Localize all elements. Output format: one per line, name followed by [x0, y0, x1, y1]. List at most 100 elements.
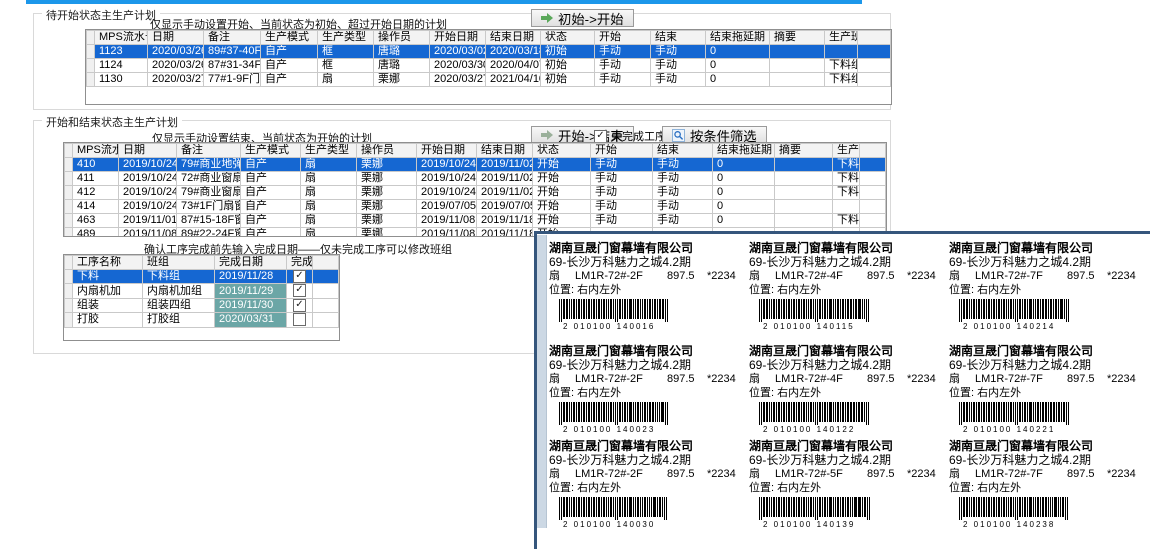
cell[interactable]: 2019/10/24: [417, 172, 477, 186]
column-header[interactable]: 生产类型: [301, 144, 357, 158]
cell[interactable]: 手动: [653, 158, 713, 172]
cell[interactable]: 自产: [261, 73, 318, 87]
cell[interactable]: 手动: [651, 59, 706, 73]
cell[interactable]: 87#15-18F窗扇: [177, 214, 241, 228]
cell[interactable]: 自产: [241, 158, 301, 172]
cell[interactable]: 2019/11/28: [215, 270, 287, 284]
cell[interactable]: 87#31-34F门框: [204, 59, 261, 73]
cell[interactable]: 2019/11/18: [477, 228, 533, 238]
cell[interactable]: [770, 73, 825, 87]
table-row[interactable]: 4122019/10/2479#商业窗扇自产扇栗娜2019/10/242019/…: [65, 186, 886, 200]
cell[interactable]: 自产: [241, 228, 301, 238]
cell[interactable]: 2019/11/02: [477, 172, 533, 186]
cell[interactable]: 开始: [533, 158, 591, 172]
column-header[interactable]: 生产班组: [825, 31, 858, 45]
cell[interactable]: 0: [706, 59, 770, 73]
column-header[interactable]: 结束日期: [477, 144, 533, 158]
table-row[interactable]: 下料下料组2019/11/28✓: [65, 270, 339, 284]
pending-plans-table[interactable]: MPS流水号日期备注生产模式生产类型操作员开始日期结束日期状态开始结束结束拖延期…: [86, 30, 891, 87]
cell[interactable]: 内扇机加: [73, 284, 143, 298]
cell[interactable]: 412: [73, 186, 119, 200]
cell[interactable]: 扇: [301, 214, 357, 228]
cell[interactable]: 2020/03/26: [148, 59, 204, 73]
table-row[interactable]: 11302020/03/2777#1-9F门扇自产扇栗娜2020/03/2720…: [87, 73, 891, 87]
column-header[interactable]: 操作员: [357, 144, 417, 158]
cell[interactable]: ✓: [287, 284, 313, 298]
cell[interactable]: 79#商业窗扇: [177, 186, 241, 200]
column-header[interactable]: 结束拖延期: [706, 31, 770, 45]
cell[interactable]: 组装: [73, 298, 143, 312]
cell[interactable]: 2020/03/18: [486, 45, 541, 59]
cell[interactable]: 下料组: [833, 172, 860, 186]
row-checkbox[interactable]: ✓: [293, 270, 306, 283]
cell[interactable]: 2019/11/29: [215, 284, 287, 298]
cell[interactable]: 手动: [591, 214, 653, 228]
cell[interactable]: 扇: [301, 228, 357, 238]
cell[interactable]: [775, 214, 833, 228]
column-header[interactable]: MPS流水号: [73, 144, 119, 158]
cell[interactable]: 2019/07/05: [477, 200, 533, 214]
cell[interactable]: 2020/03/31: [215, 313, 287, 327]
cell[interactable]: 框: [318, 59, 374, 73]
table-row[interactable]: 组装组装四组2019/11/30✓: [65, 298, 339, 312]
cell[interactable]: 2019/10/24: [417, 186, 477, 200]
cell[interactable]: 0: [706, 73, 770, 87]
column-header[interactable]: 生产类型: [318, 31, 374, 45]
cell[interactable]: 栗娜: [374, 73, 430, 87]
column-header[interactable]: 结束拖延期: [713, 144, 775, 158]
cell[interactable]: 扇: [301, 158, 357, 172]
cell[interactable]: 手动: [651, 73, 706, 87]
cell[interactable]: 79#商业地弹…: [177, 158, 241, 172]
cell[interactable]: 扇: [301, 186, 357, 200]
cell[interactable]: [833, 200, 860, 214]
cell[interactable]: 栗娜: [357, 200, 417, 214]
table-row[interactable]: 11232020/03/2689#37-40F门框自产框唐璐2020/03/02…: [87, 45, 891, 59]
row-checkbox[interactable]: [293, 313, 306, 326]
started-plans-table[interactable]: MPS流水号日期备注生产模式生产类型操作员开始日期结束日期状态开始结束结束拖延期…: [64, 143, 886, 237]
row-checkbox[interactable]: ✓: [293, 284, 306, 297]
cell[interactable]: 唐璐: [374, 45, 430, 59]
cell[interactable]: ✓: [287, 298, 313, 312]
cell[interactable]: 0: [706, 45, 770, 59]
cell[interactable]: ✓: [287, 270, 313, 284]
table-row[interactable]: 内扇机加内扇机加组2019/11/29 ✓: [65, 284, 339, 298]
cell[interactable]: 77#1-9F门扇: [204, 73, 261, 87]
column-header[interactable]: 备注: [177, 144, 241, 158]
cell[interactable]: 下料组: [833, 158, 860, 172]
table-row[interactable]: 4632019/11/0187#15-18F窗扇自产扇栗娜2019/11/082…: [65, 214, 886, 228]
column-header[interactable]: 摘要: [770, 31, 825, 45]
cell[interactable]: 初始: [541, 59, 595, 73]
cell[interactable]: 手动: [591, 158, 653, 172]
cell[interactable]: 2019/11/08: [119, 228, 177, 238]
cell[interactable]: 自产: [241, 172, 301, 186]
cell[interactable]: 手动: [653, 214, 713, 228]
cell[interactable]: 内扇机加组: [143, 284, 215, 298]
column-header[interactable]: 开始日期: [417, 144, 477, 158]
column-header[interactable]: 开始日期: [430, 31, 486, 45]
cell[interactable]: 1130: [95, 73, 148, 87]
cell[interactable]: 下料组: [825, 73, 858, 87]
cell[interactable]: 411: [73, 172, 119, 186]
column-header[interactable]: 操作员: [374, 31, 430, 45]
column-header[interactable]: 状态: [541, 31, 595, 45]
cell[interactable]: 唐璐: [374, 59, 430, 73]
cell[interactable]: 下料组: [833, 214, 860, 228]
column-header[interactable]: 完成日期: [215, 256, 287, 270]
cell[interactable]: 自产: [261, 59, 318, 73]
cell[interactable]: 2019/10/24: [119, 158, 177, 172]
cell[interactable]: 2020/03/30: [430, 59, 486, 73]
cell[interactable]: 489: [73, 228, 119, 238]
cell[interactable]: 2019/11/08: [417, 228, 477, 238]
cell[interactable]: 2020/04/07: [486, 59, 541, 73]
cell[interactable]: 2021/04/10: [486, 73, 541, 87]
cell[interactable]: 2020/03/02: [430, 45, 486, 59]
column-header[interactable]: 摘要: [775, 144, 833, 158]
column-header[interactable]: 结束: [651, 31, 706, 45]
cell[interactable]: 0: [713, 200, 775, 214]
cell[interactable]: 打胶组: [143, 313, 215, 327]
table-row[interactable]: 11242020/03/2687#31-34F门框自产框唐璐2020/03/30…: [87, 59, 891, 73]
cell[interactable]: 410: [73, 158, 119, 172]
cell[interactable]: 2019/11/08: [417, 214, 477, 228]
cell[interactable]: 手动: [651, 45, 706, 59]
row-checkbox[interactable]: ✓: [293, 299, 306, 312]
